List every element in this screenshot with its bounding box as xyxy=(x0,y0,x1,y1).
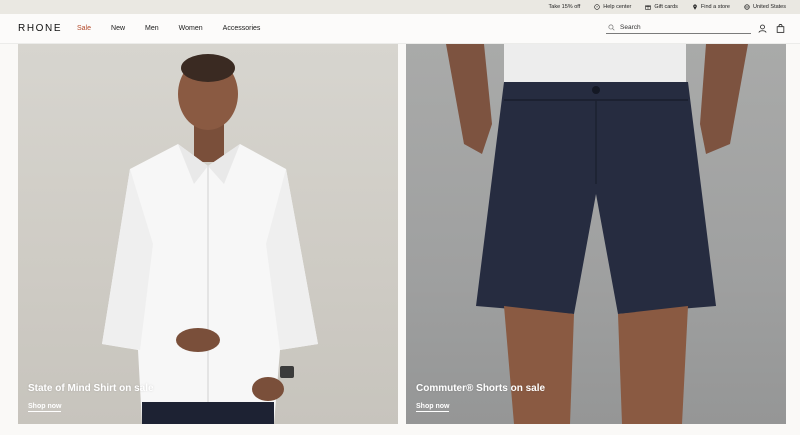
country-selector[interactable]: United States xyxy=(744,4,786,10)
gift-cards-label: Gift cards xyxy=(654,4,678,10)
nav-item-women[interactable]: Women xyxy=(179,25,203,32)
gift-icon xyxy=(645,5,652,10)
hero-card-title: State of Mind Shirt on sale xyxy=(28,383,154,394)
shop-now-link[interactable]: Shop now xyxy=(416,403,450,412)
find-store-link[interactable]: Find a store xyxy=(692,4,730,10)
find-store-label: Find a store xyxy=(700,4,730,10)
main-nav: Sale New Men Women Accessories xyxy=(77,25,260,32)
gift-cards-link[interactable]: Gift cards xyxy=(645,4,678,10)
country-label: United States xyxy=(752,4,786,10)
location-pin-icon xyxy=(693,4,697,10)
nav-item-accessories[interactable]: Accessories xyxy=(223,25,261,32)
hero-card-shorts[interactable]: Commuter® Shorts on sale Shop now xyxy=(406,44,786,424)
promo-link[interactable]: Take 15% off xyxy=(549,4,581,10)
hero-card-title: Commuter® Shorts on sale xyxy=(416,383,546,394)
shirt-model-image xyxy=(102,54,318,424)
search-input[interactable] xyxy=(620,24,740,31)
nav-item-sale[interactable]: Sale xyxy=(77,25,91,32)
shopping-bag-icon[interactable] xyxy=(776,24,785,33)
utility-bar: Take 15% off ? Help center Gift cards Fi… xyxy=(0,0,800,14)
hero-card-shirt[interactable]: State of Mind Shirt on sale Shop now xyxy=(18,44,398,424)
svg-text:?: ? xyxy=(596,5,598,9)
nav-item-men[interactable]: Men xyxy=(145,25,159,32)
nav-item-new[interactable]: New xyxy=(111,25,125,32)
globe-icon xyxy=(744,4,750,10)
site-header: RHONE Sale New Men Women Accessories xyxy=(0,14,800,44)
search-box[interactable] xyxy=(606,22,751,34)
shop-now-link[interactable]: Shop now xyxy=(28,403,62,412)
help-center-label: Help center xyxy=(603,4,632,10)
help-circle-icon: ? xyxy=(594,4,600,10)
help-center-link[interactable]: ? Help center xyxy=(594,4,631,10)
brand-logo[interactable]: RHONE xyxy=(18,23,62,34)
account-icon[interactable] xyxy=(758,24,767,33)
search-icon xyxy=(608,24,615,31)
promo-label: Take 15% off xyxy=(548,4,581,10)
shorts-model-image xyxy=(446,44,748,424)
